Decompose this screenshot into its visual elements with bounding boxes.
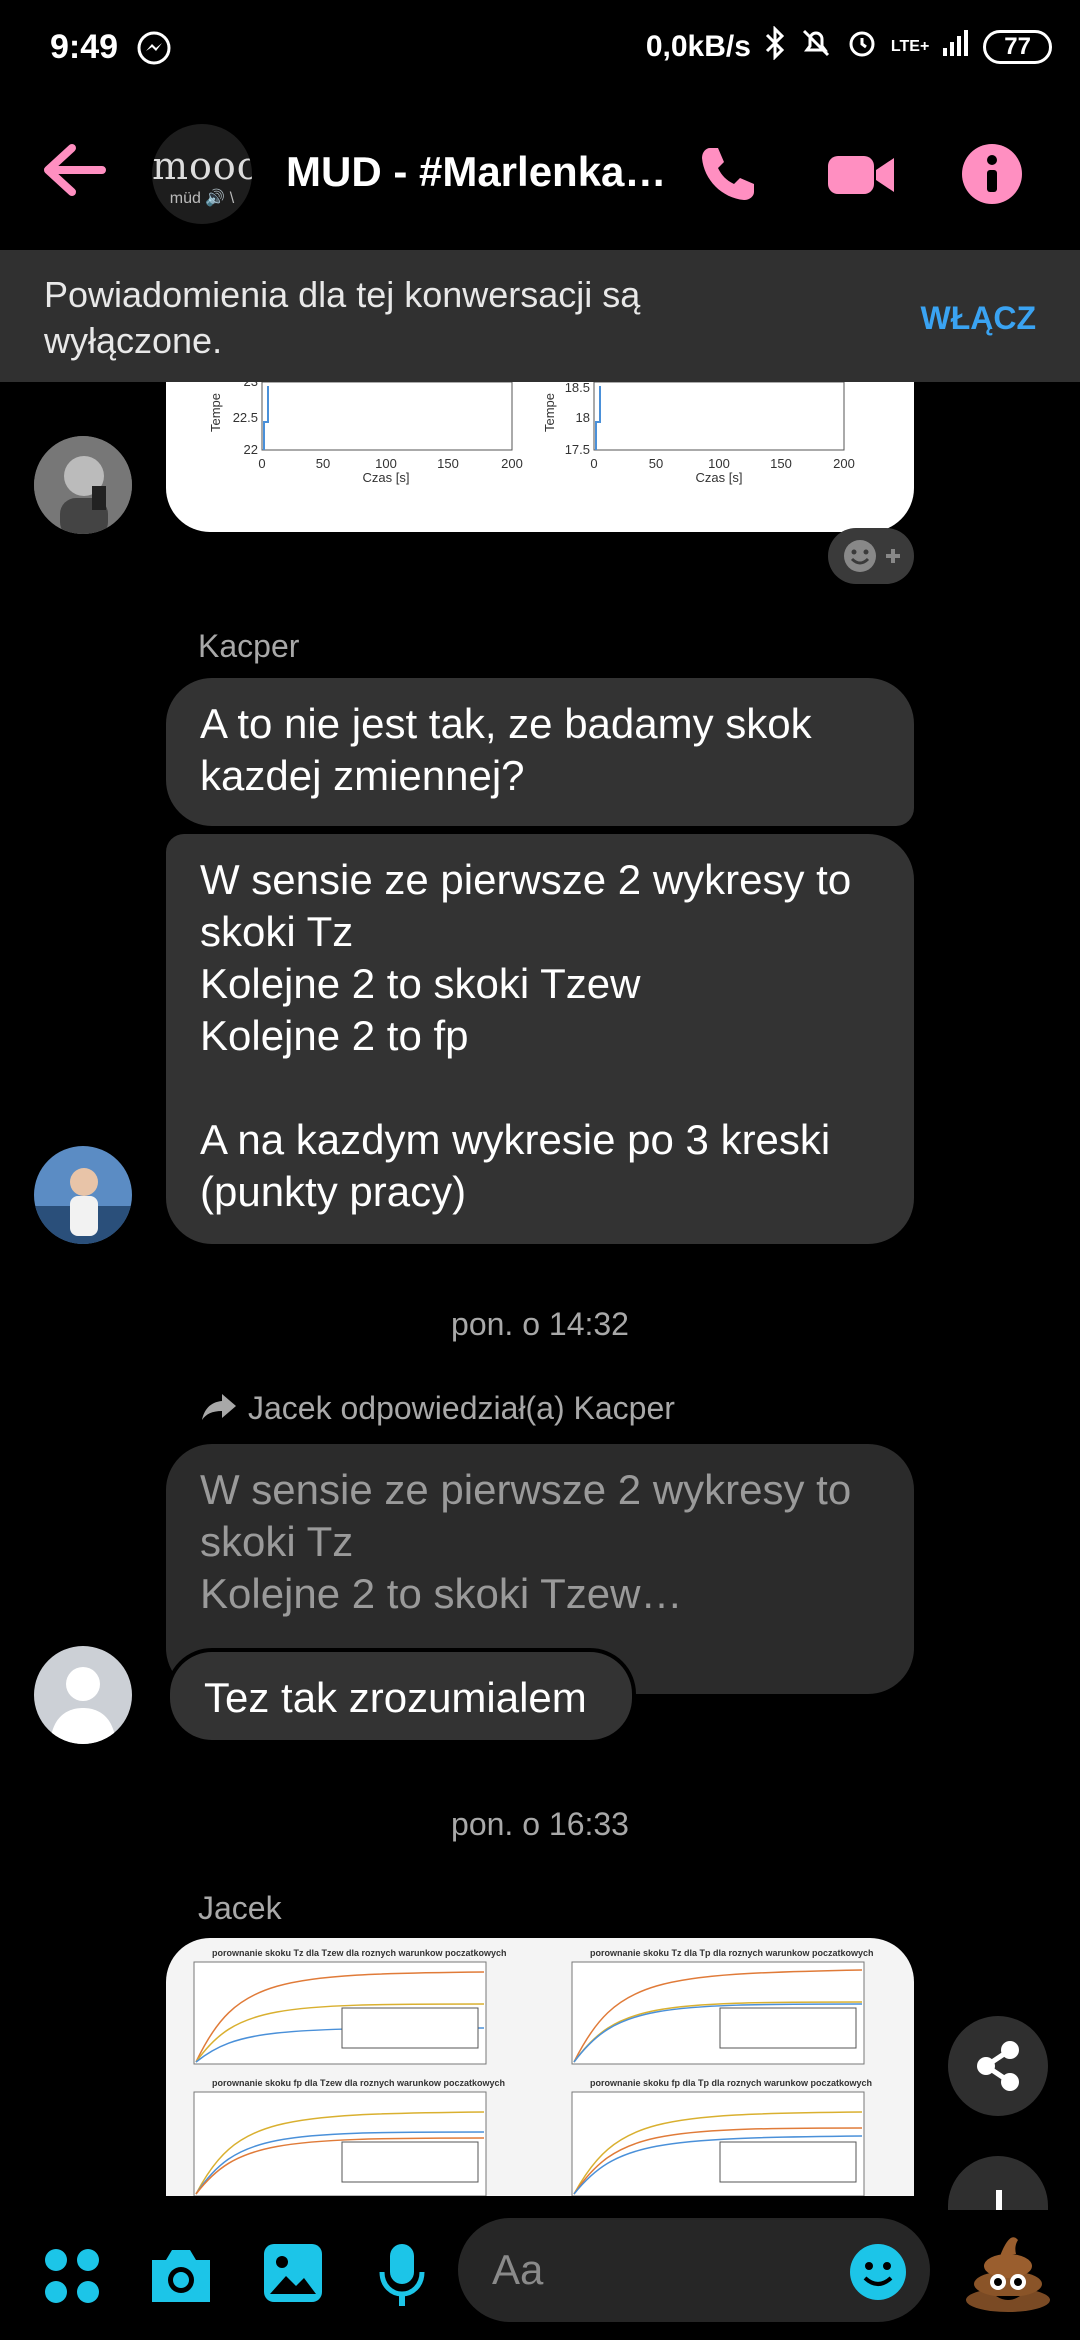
left-xlabel: Czas [s] bbox=[363, 470, 410, 485]
message-line: Kolejne 2 to skoki Tzew bbox=[200, 960, 641, 1007]
timestamp-separator: pon. o 16:33 bbox=[451, 1806, 629, 1842]
secondary-fab[interactable] bbox=[948, 2156, 1048, 2210]
right-xtick-0: 0 bbox=[590, 456, 597, 471]
status-bar: 9:49 0,0kB/s LTE+ 77 bbox=[0, 0, 1080, 96]
poop-emoji-quick-reaction-icon[interactable] bbox=[960, 2226, 1056, 2319]
message-line: Kolejne 2 to fp bbox=[200, 1012, 469, 1059]
conversation-title[interactable]: MUD - #Marlenka… bbox=[286, 148, 676, 196]
emoji-icon[interactable] bbox=[848, 2242, 908, 2307]
right-ylabel: Tempe bbox=[542, 393, 557, 432]
gallery-icon[interactable] bbox=[262, 2242, 324, 2309]
alarm-icon bbox=[845, 26, 879, 68]
video-call-button[interactable] bbox=[826, 142, 896, 211]
message-input-placeholder: Aa bbox=[492, 2246, 544, 2293]
mute-bell-icon bbox=[799, 26, 833, 68]
svg-text:porownanie skoku fp dla Tzew d: porownanie skoku fp dla Tzew dla roznych… bbox=[212, 2078, 505, 2088]
message-text: A to nie jest tak, ze badamy skok kazdej… bbox=[200, 700, 812, 799]
microphone-icon[interactable] bbox=[376, 2242, 428, 2313]
message-text: Tez tak zrozumialem bbox=[204, 1674, 587, 1721]
chart-image-grid[interactable]: porownanie skoku Tz dla Tzew dla roznych… bbox=[166, 1938, 914, 2196]
status-right: 0,0kB/s LTE+ 77 bbox=[645, 25, 1052, 68]
sender-name-kacper: Kacper bbox=[198, 628, 300, 664]
left-xtick-2: 100 bbox=[375, 456, 397, 471]
message-bubble[interactable]: A to nie jest tak, ze badamy skok kazdej… bbox=[166, 678, 914, 826]
camera-icon[interactable] bbox=[148, 2244, 214, 2311]
right-xtick-2: 100 bbox=[708, 456, 730, 471]
right-xtick-3: 150 bbox=[770, 456, 792, 471]
group-avatar[interactable]: mooc müd 🔊 \ bbox=[152, 124, 252, 224]
reply-label: Jacek odpowiedział(a) Kacper bbox=[248, 1390, 675, 1426]
left-xtick-4: 200 bbox=[501, 456, 523, 471]
muted-message: Powiadomienia dla tej konwersacji są wył… bbox=[44, 274, 641, 361]
left-xtick-1: 50 bbox=[316, 456, 330, 471]
mini-chart-2: porownanie skoku Tz dla Tp dla roznych w… bbox=[571, 1948, 874, 2065]
avatar-kacper[interactable] bbox=[34, 1146, 132, 1244]
message-input[interactable]: Aa bbox=[458, 2218, 930, 2322]
svg-text:porownanie skoku Tz dla Tp dla: porownanie skoku Tz dla Tp dla roznych w… bbox=[590, 1948, 874, 1958]
network-type: LTE+ bbox=[890, 38, 930, 55]
add-reaction-button[interactable] bbox=[828, 528, 914, 584]
avatar-default[interactable] bbox=[34, 1646, 132, 1744]
chart-image-partial[interactable]: Tempe 23 22.5 22 0 50 100 150 200 Czas [… bbox=[166, 382, 914, 532]
net-speed: 0,0kB/s bbox=[645, 30, 751, 63]
sender-avatar-photo[interactable] bbox=[34, 436, 132, 534]
timestamp-separator: pon. o 14:32 bbox=[451, 1306, 629, 1342]
apps-menu-icon[interactable] bbox=[42, 2246, 102, 2311]
message-line: A na kazdym wykresie po 3 kreski bbox=[200, 1116, 831, 1163]
avatar-text-bottom: müd 🔊 \ bbox=[169, 190, 235, 207]
mini-chart-3: porownanie skoku fp dla Tzew dla roznych… bbox=[193, 2078, 505, 2196]
mini-chart-4: porownanie skoku fp dla Tp dla roznych w… bbox=[571, 2078, 872, 2196]
reply-icon bbox=[200, 1390, 240, 1427]
svg-text:porownanie skoku Tz dla Tzew d: porownanie skoku Tz dla Tzew dla roznych… bbox=[212, 1948, 507, 1958]
right-ytick-1: 18 bbox=[576, 410, 590, 425]
message-bubble[interactable]: Tez tak zrozumialem bbox=[166, 1648, 636, 1744]
right-xlabel: Czas [s] bbox=[696, 470, 743, 485]
quoted-line: W sensie ze pierwsze 2 wykresy to bbox=[200, 1466, 852, 1513]
info-button[interactable] bbox=[960, 142, 1024, 211]
signal-icon bbox=[941, 28, 971, 66]
left-ytick-2: 22 bbox=[244, 442, 258, 457]
sender-name-jacek: Jacek bbox=[198, 1890, 282, 1926]
message-line: skoki Tz bbox=[200, 908, 354, 955]
left-xtick-0: 0 bbox=[258, 456, 265, 471]
right-xtick-1: 50 bbox=[649, 456, 663, 471]
phone-call-button[interactable] bbox=[696, 142, 760, 211]
left-xtick-3: 150 bbox=[437, 456, 459, 471]
avatar-text-top: mooc bbox=[152, 144, 252, 188]
left-ytick-1: 22.5 bbox=[233, 410, 258, 425]
right-ytick-2: 17.5 bbox=[565, 442, 590, 457]
chat-header: mooc müd 🔊 \ MUD - #Marlenka… bbox=[0, 110, 1080, 240]
message-line: W sensie ze pierwsze 2 wykresy to bbox=[200, 856, 852, 903]
message-line: (punkty pracy) bbox=[200, 1168, 467, 1215]
mini-chart-1: porownanie skoku Tz dla Tzew dla roznych… bbox=[193, 1948, 507, 2065]
share-button[interactable] bbox=[948, 2016, 1048, 2116]
enable-notifications-button[interactable]: WŁĄCZ bbox=[920, 300, 1036, 337]
message-bubble[interactable]: W sensie ze pierwsze 2 wykresy to skoki … bbox=[166, 834, 914, 1244]
left-ytick-0: 23 bbox=[244, 382, 258, 389]
quoted-line: skoki Tz bbox=[200, 1518, 354, 1565]
left-ylabel: Tempe bbox=[208, 393, 223, 432]
quoted-line: Kolejne 2 to skoki Tzew… bbox=[200, 1570, 683, 1617]
status-time: 9:49 bbox=[50, 28, 119, 66]
svg-text:porownanie skoku fp dla Tp dla: porownanie skoku fp dla Tp dla roznych w… bbox=[590, 2078, 872, 2088]
right-ytick-0: 18.5 bbox=[565, 382, 590, 395]
battery-icon: 77 bbox=[983, 30, 1052, 64]
messenger-icon bbox=[136, 30, 172, 71]
back-button[interactable] bbox=[40, 140, 106, 205]
bluetooth-icon bbox=[763, 25, 787, 68]
muted-notification-banner: Powiadomienia dla tej konwersacji są wył… bbox=[0, 250, 1080, 382]
right-xtick-4: 200 bbox=[833, 456, 855, 471]
